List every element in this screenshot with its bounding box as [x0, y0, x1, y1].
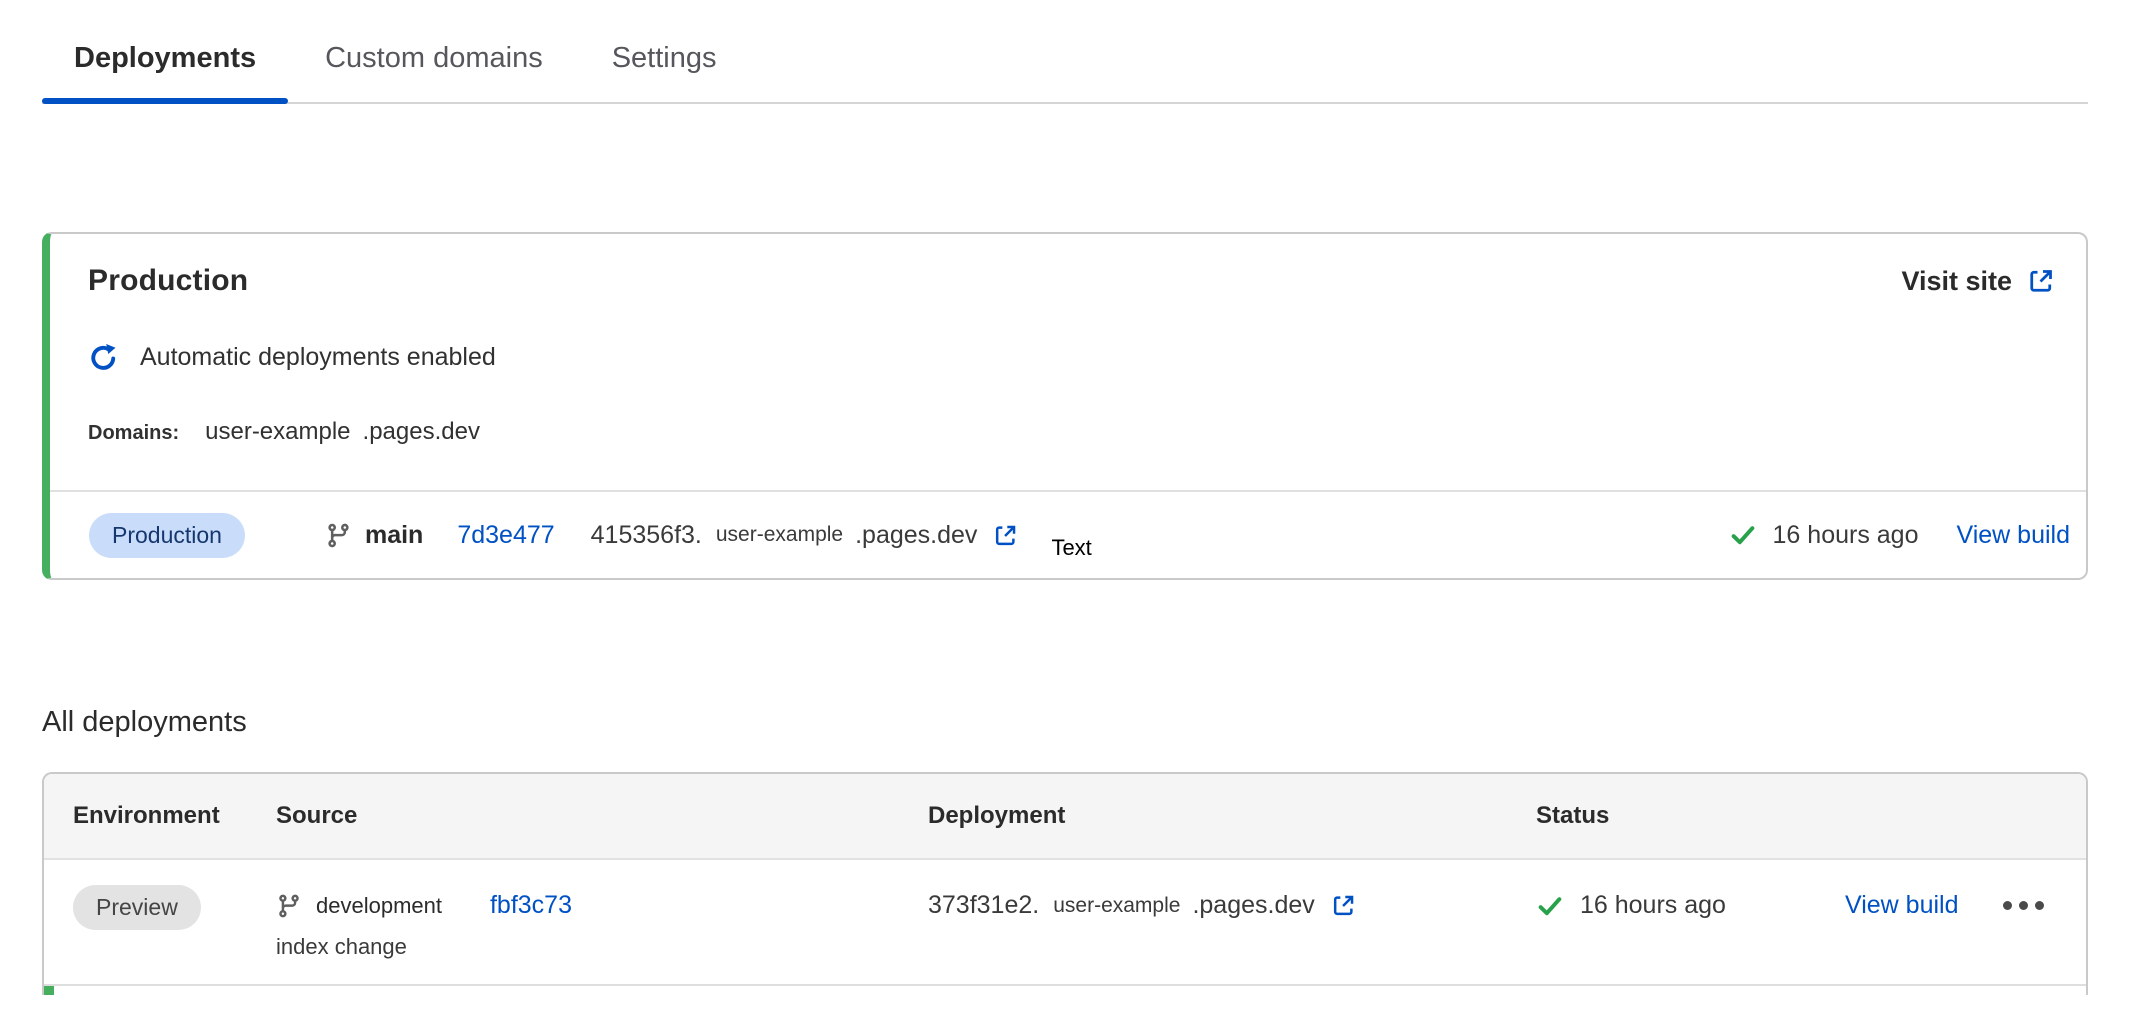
- view-build-link[interactable]: View build: [1956, 521, 2070, 550]
- production-card: Production Visit site Automa: [42, 232, 2088, 580]
- table-row: Preview development fbf3c73 index change…: [44, 860, 2086, 986]
- overflow-menu-icon[interactable]: [2003, 901, 2044, 910]
- environment-cell: Preview: [73, 885, 276, 960]
- environment-badge: Production: [89, 513, 245, 558]
- check-icon: [1536, 892, 1564, 920]
- status-cell: 16 hours ago: [1536, 885, 1845, 960]
- tab-custom-domains[interactable]: Custom domains: [293, 26, 575, 102]
- deployment-url-link[interactable]: 373f31e2. user-example .pages.dev: [928, 891, 1357, 920]
- actions-cell: View build: [1845, 885, 2086, 960]
- branch-name: development: [316, 893, 442, 919]
- deployment-id: 373f31e2.: [928, 891, 1039, 920]
- external-link-icon: [1330, 892, 1357, 919]
- domains-label: Domains:: [88, 422, 179, 445]
- external-link-icon: [992, 522, 1019, 549]
- domain-suffix: .pages.dev: [363, 418, 480, 446]
- status-group: 16 hours ago: [1536, 891, 1726, 920]
- column-header-status: Status: [1536, 802, 1845, 830]
- production-deployment-info: Production main 7d3e477 415356f3. user-e…: [89, 513, 1092, 558]
- branch-name: main: [365, 521, 423, 550]
- column-header-deployment: Deployment: [928, 802, 1536, 830]
- tooltip-text: Text: [1051, 535, 1091, 561]
- commit-link[interactable]: fbf3c73: [490, 891, 572, 920]
- domain-name: user-example: [205, 418, 350, 446]
- production-deployment-row: Production main 7d3e477 415356f3. user-e…: [50, 492, 2086, 578]
- commit-message: index change: [276, 934, 407, 960]
- view-build-link[interactable]: View build: [1845, 891, 1959, 920]
- deployment-suffix: .pages.dev: [1192, 891, 1314, 920]
- deployment-id: 415356f3.: [591, 521, 702, 550]
- branch-group: main: [325, 521, 423, 550]
- column-header-environment: Environment: [73, 802, 276, 830]
- deployment-domain: user-example: [716, 523, 843, 547]
- source-cell: development fbf3c73 index change: [276, 885, 928, 960]
- tab-deployments[interactable]: Deployments: [42, 26, 288, 102]
- visit-site-label: Visit site: [1901, 266, 2012, 297]
- deployment-domain: user-example: [1053, 894, 1180, 918]
- production-title: Production: [88, 264, 248, 298]
- auto-deploy-text: Automatic deployments enabled: [140, 343, 496, 372]
- deployment-url-link[interactable]: 415356f3. user-example .pages.dev: [591, 521, 1020, 550]
- next-row-partial: [44, 986, 2086, 995]
- external-link-icon: [2026, 266, 2056, 296]
- production-deployment-status: 16 hours ago View build: [1729, 521, 2070, 550]
- tab-bar: Deployments Custom domains Settings: [42, 0, 2088, 104]
- git-branch-icon: [325, 522, 352, 549]
- git-branch-icon: [276, 893, 302, 919]
- status-group: 16 hours ago: [1729, 521, 1919, 550]
- domains-row: Domains: user-example .pages.dev: [50, 372, 2086, 446]
- deploy-time: 16 hours ago: [1773, 521, 1919, 550]
- environment-badge: Preview: [73, 885, 201, 930]
- auto-deploy-row: Automatic deployments enabled: [50, 298, 2086, 372]
- check-icon: [1729, 521, 1757, 549]
- visit-site-link[interactable]: Visit site: [1901, 266, 2056, 297]
- deployment-suffix: .pages.dev: [855, 521, 977, 550]
- column-header-source: Source: [276, 802, 928, 830]
- refresh-icon: [88, 342, 118, 372]
- production-card-header: Production Visit site: [50, 234, 2086, 298]
- pages-project-panel: Deployments Custom domains Settings Prod…: [42, 0, 2088, 995]
- deploy-time: 16 hours ago: [1580, 891, 1726, 920]
- table-header-row: Environment Source Deployment Status: [44, 774, 2086, 860]
- deployments-table: Environment Source Deployment Status Pre…: [42, 772, 2088, 995]
- all-deployments-title: All deployments: [42, 706, 2088, 739]
- tab-settings[interactable]: Settings: [580, 26, 749, 102]
- commit-link[interactable]: 7d3e477: [457, 521, 554, 550]
- deployment-cell: 373f31e2. user-example .pages.dev: [928, 885, 1536, 960]
